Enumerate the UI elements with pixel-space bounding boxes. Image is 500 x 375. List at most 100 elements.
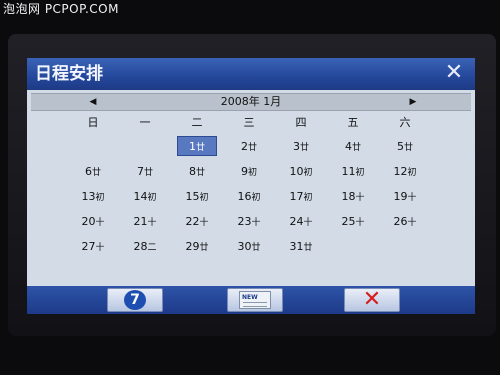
calendar-day-cell[interactable]: 31 廿 [281, 236, 321, 256]
calendar-day-cell[interactable]: 19 十 [385, 186, 425, 206]
calendar-day-cell[interactable]: 30 廿 [229, 236, 269, 256]
lunar-date-label: 十 [147, 217, 157, 228]
day-number: 1 [188, 139, 196, 153]
calendar-day-cell[interactable]: 2廿 [229, 136, 269, 156]
day-number: 28 [133, 239, 148, 253]
lunar-date-label: 初 [355, 167, 365, 178]
calendar-day-cell[interactable]: 25 十 [333, 211, 373, 231]
lunar-date-label: 二 [147, 242, 157, 253]
watermark-text: 泡泡网 PCPOP.COM [3, 2, 119, 16]
calendar-day-cell[interactable]: 22 十 [177, 211, 217, 231]
day-number: 25 [341, 214, 356, 228]
lunar-date-label: 廿 [143, 167, 153, 178]
calendar-day-cell[interactable]: 20 十 [73, 211, 113, 231]
day-number: 22 [185, 214, 200, 228]
calendar-day-cell[interactable]: 14 初 [125, 186, 165, 206]
lunar-date-label: 初 [199, 192, 209, 203]
day-number: 27 [81, 239, 96, 253]
day-number: 23 [237, 214, 252, 228]
lunar-date-label: 初 [95, 192, 105, 203]
day-number: 16 [237, 189, 252, 203]
bottom-toolbar: 7 NEW ✕ [27, 286, 475, 314]
calendar-day-cell[interactable]: 16 初 [229, 186, 269, 206]
red-x-icon: ✕ [362, 287, 382, 312]
lunar-date-label: 廿 [247, 142, 257, 153]
calendar-day-cell[interactable]: 7廿 [125, 161, 165, 181]
calendar-day-cell[interactable]: 17 初 [281, 186, 321, 206]
day-number: 10 [289, 164, 304, 178]
lunar-date-label: 廿 [91, 167, 101, 178]
calendar-day-grid: 1 廿 2 廿 3 廿 4 廿 5 廿 6 廿 7 廿 8 廿 9 初 10 初 11 初 12 初 13 初 14 初 15 初 16 初 1… [27, 58, 475, 314]
lunar-date-label: 初 [407, 167, 417, 178]
today-seven-icon: 7 [124, 290, 146, 310]
calendar-day-cell[interactable]: 9初 [229, 161, 269, 181]
day-number: 3 [292, 139, 300, 153]
lunar-date-label: 廿 [303, 242, 313, 253]
calendar-day-cell[interactable]: 5廿 [385, 136, 425, 156]
new-tag-label: NEW [242, 294, 258, 301]
calendar-day-cell[interactable]: 28 二 [125, 236, 165, 256]
day-number: 26 [393, 214, 408, 228]
lunar-date-label: 十 [407, 192, 417, 203]
lunar-date-label: 十 [407, 217, 417, 228]
calendar-screen: 日程安排 ✕ ◀ 2008年 1月 ▶ 日一二三四五六 1廿2廿3廿4廿5廿6廿… [27, 58, 475, 314]
day-number: 13 [81, 189, 96, 203]
calendar-day-cell[interactable]: 27 十 [73, 236, 113, 256]
new-entry-button[interactable]: NEW [227, 288, 283, 312]
lunar-date-label: 十 [95, 242, 105, 253]
day-number: 21 [133, 214, 148, 228]
cancel-button[interactable]: ✕ [344, 288, 400, 312]
day-number: 8 [188, 164, 196, 178]
day-number: 2 [240, 139, 248, 153]
day-number: 6 [84, 164, 92, 178]
day-number: 30 [237, 239, 252, 253]
lunar-date-label: 初 [251, 192, 261, 203]
day-number: 24 [289, 214, 304, 228]
calendar-day-cell[interactable]: 26 十 [385, 211, 425, 231]
new-entry-icon: NEW [239, 291, 271, 309]
lunar-date-label: 廿 [351, 142, 361, 153]
day-number: 14 [133, 189, 148, 203]
calendar-day-cell[interactable]: 11 初 [333, 161, 373, 181]
calendar-day-cell[interactable]: 4廿 [333, 136, 373, 156]
day-number: 19 [393, 189, 408, 203]
lunar-date-label: 廿 [195, 142, 205, 153]
calendar-day-cell[interactable]: 8廿 [177, 161, 217, 181]
day-number: 12 [393, 164, 408, 178]
lunar-date-label: 廿 [199, 242, 209, 253]
lunar-date-label: 廿 [251, 242, 261, 253]
calendar-day-cell[interactable]: 21 十 [125, 211, 165, 231]
day-number: 17 [289, 189, 304, 203]
day-number: 5 [396, 139, 404, 153]
today-button[interactable]: 7 [107, 288, 163, 312]
lunar-date-label: 初 [147, 192, 157, 203]
calendar-day-cell[interactable]: 1廿 [177, 136, 217, 156]
day-number: 9 [240, 164, 248, 178]
day-number: 7 [136, 164, 144, 178]
calendar-day-cell[interactable]: 18 十 [333, 186, 373, 206]
calendar-day-cell[interactable]: 12 初 [385, 161, 425, 181]
calendar-day-cell[interactable]: 13 初 [73, 186, 113, 206]
calendar-day-cell[interactable]: 23 十 [229, 211, 269, 231]
lunar-date-label: 十 [355, 217, 365, 228]
document-lines [243, 302, 267, 307]
calendar-day-cell[interactable]: 6廿 [73, 161, 113, 181]
day-number: 11 [341, 164, 356, 178]
calendar-day-cell[interactable]: 3廿 [281, 136, 321, 156]
calendar-day-cell[interactable]: 15 初 [177, 186, 217, 206]
calendar-day-cell[interactable]: 10 初 [281, 161, 321, 181]
lunar-date-label: 十 [303, 217, 313, 228]
day-number: 15 [185, 189, 200, 203]
lunar-date-label: 廿 [195, 167, 205, 178]
day-number: 4 [344, 139, 352, 153]
lunar-date-label: 十 [199, 217, 209, 228]
lunar-date-label: 廿 [403, 142, 413, 153]
day-number: 18 [341, 189, 356, 203]
lunar-date-label: 初 [247, 167, 257, 178]
day-number: 29 [185, 239, 200, 253]
lunar-date-label: 十 [355, 192, 365, 203]
calendar-day-cell[interactable]: 24 十 [281, 211, 321, 231]
lunar-date-label: 初 [303, 192, 313, 203]
day-number: 31 [289, 239, 304, 253]
calendar-day-cell[interactable]: 29 廿 [177, 236, 217, 256]
